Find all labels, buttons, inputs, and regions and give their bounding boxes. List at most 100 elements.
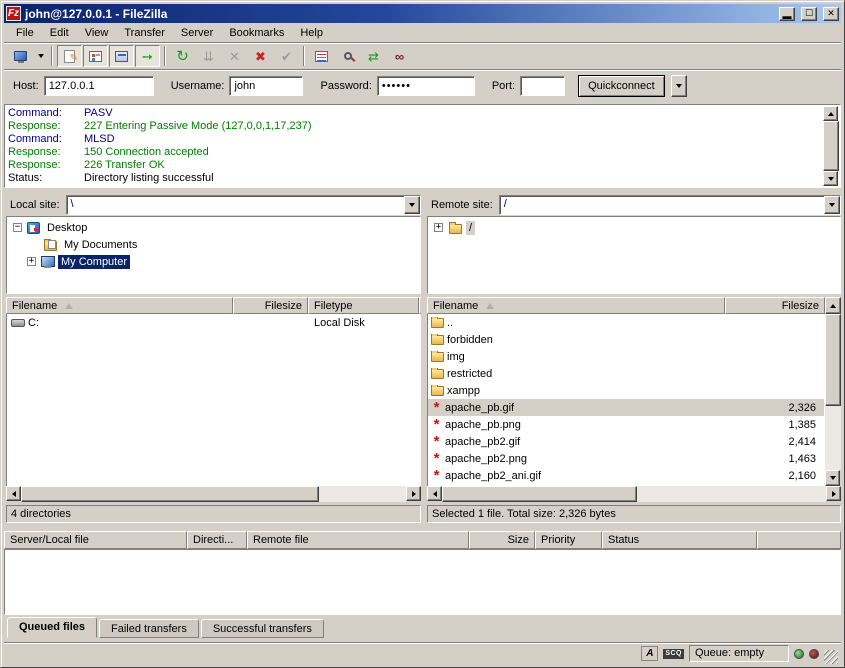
data-type-indicator[interactable]: A	[641, 646, 658, 661]
column-filetype[interactable]: Filetype	[308, 297, 419, 314]
password-input[interactable]	[377, 76, 475, 96]
tree-item-label[interactable]: My Computer	[58, 255, 130, 269]
process-queue-button[interactable]: ⇊	[196, 45, 221, 67]
tree-item-label[interactable]: /	[466, 221, 475, 235]
disconnect-button[interactable]: ✖	[248, 45, 273, 67]
indicator-badge-icon[interactable]: SCQ	[663, 649, 684, 659]
remote-vscrollbar[interactable]	[825, 314, 841, 486]
scroll-left-button[interactable]	[427, 486, 442, 501]
toolbar-separator	[164, 46, 166, 66]
toggle-message-log-button[interactable]	[57, 45, 82, 67]
local-hscrollbar[interactable]	[6, 486, 421, 502]
column-status[interactable]: Status	[602, 531, 757, 549]
remote-site-combo[interactable]: /	[499, 195, 841, 215]
toggle-queue-button[interactable]: ➙	[135, 45, 160, 67]
expand-icon[interactable]: +	[434, 223, 443, 232]
find-files-button[interactable]: ∞	[387, 45, 412, 67]
column-filename[interactable]: Filename	[6, 297, 233, 314]
scroll-up-button[interactable]	[823, 106, 838, 121]
tree-item-label[interactable]: Desktop	[44, 221, 90, 235]
remote-hscrollbar[interactable]	[427, 486, 841, 502]
menu-transfer[interactable]: Transfer	[116, 25, 173, 41]
file-row-selected[interactable]: *apache_pb.gif 2,326	[428, 399, 824, 416]
quickconnect-dropdown[interactable]	[671, 75, 687, 97]
menu-view[interactable]: View	[77, 25, 117, 41]
tree-item-root[interactable]: + /	[430, 219, 838, 236]
combo-dropdown-button[interactable]	[824, 196, 840, 214]
file-row[interactable]: img	[428, 348, 824, 365]
expand-icon[interactable]: +	[27, 257, 36, 266]
menu-help[interactable]: Help	[292, 25, 331, 41]
local-site-combo[interactable]: \	[66, 195, 421, 215]
port-input[interactable]	[520, 76, 565, 96]
scroll-left-button[interactable]	[6, 486, 21, 501]
column-filesize[interactable]: Filesize	[233, 297, 308, 314]
scroll-thumb[interactable]	[442, 486, 637, 502]
maximize-icon: ☐	[805, 9, 813, 18]
file-row[interactable]: forbidden	[428, 331, 824, 348]
scroll-track[interactable]	[319, 486, 406, 502]
quickconnect-button[interactable]: Quickconnect	[578, 75, 665, 97]
tree-item-label[interactable]: My Documents	[61, 238, 140, 252]
collapse-icon[interactable]: −	[13, 223, 22, 232]
site-manager-button[interactable]	[8, 45, 33, 67]
close-button[interactable]: ✕	[823, 7, 839, 21]
tree-item-my-documents[interactable]: My Documents	[9, 236, 418, 253]
toggle-local-tree-button[interactable]	[83, 45, 108, 67]
scroll-track[interactable]	[825, 314, 841, 470]
column-direction[interactable]: Directi...	[187, 531, 247, 549]
file-row[interactable]: *apache_pb2_ani.gif 2,160	[428, 467, 824, 484]
column-priority[interactable]: Priority	[535, 531, 602, 549]
scroll-down-button[interactable]	[825, 470, 840, 486]
host-input[interactable]	[44, 76, 154, 96]
column-remote-file[interactable]: Remote file	[247, 531, 469, 549]
toggle-remote-tree-button[interactable]	[109, 45, 134, 67]
scroll-thumb[interactable]	[825, 314, 841, 406]
combo-dropdown-button[interactable]	[404, 196, 420, 214]
file-row[interactable]: xampp	[428, 382, 824, 399]
tree-item-desktop[interactable]: − Desktop	[9, 219, 418, 236]
filter-button[interactable]	[309, 45, 334, 67]
scroll-thumb[interactable]	[21, 486, 319, 502]
file-row[interactable]: *apache_pb.png 1,385	[428, 416, 824, 433]
scroll-thumb[interactable]	[823, 121, 839, 171]
scroll-right-button[interactable]	[406, 486, 421, 501]
site-manager-dropdown[interactable]	[34, 45, 47, 67]
maximize-button[interactable]: ☐	[801, 7, 817, 21]
scroll-track[interactable]	[823, 121, 839, 171]
directory-comparison-button[interactable]	[335, 45, 360, 67]
title-bar[interactable]: Fz john@127.0.0.1 - FileZilla ▬ ☐ ✕	[4, 4, 841, 23]
file-row[interactable]: *apache_pb2.gif 2,414	[428, 433, 824, 450]
file-row[interactable]: *apache_pb2.png 1,463	[428, 450, 824, 467]
menu-edit[interactable]: Edit	[42, 25, 77, 41]
scroll-track[interactable]	[637, 486, 826, 502]
log-scrollbar[interactable]	[823, 106, 839, 186]
column-server-local-file[interactable]: Server/Local file	[4, 531, 187, 549]
resize-grip[interactable]	[824, 650, 838, 664]
column-size[interactable]: Size	[469, 531, 535, 549]
scroll-down-button[interactable]	[823, 171, 838, 186]
tab-failed-transfers[interactable]: Failed transfers	[99, 619, 199, 638]
tab-queued-files[interactable]: Queued files	[7, 617, 97, 638]
scroll-up-button[interactable]	[825, 297, 841, 314]
tab-successful-transfers[interactable]: Successful transfers	[201, 619, 324, 638]
column-filename[interactable]: Filename	[427, 297, 725, 314]
tree-item-my-computer[interactable]: + My Computer	[9, 253, 418, 270]
menu-bookmarks[interactable]: Bookmarks	[221, 25, 292, 41]
column-last-modified[interactable]: Last modified	[419, 297, 421, 314]
column-filesize[interactable]: Filesize	[725, 297, 825, 314]
scroll-right-button[interactable]	[826, 486, 841, 501]
synchronized-browsing-button[interactable]: ⇄	[361, 45, 386, 67]
reconnect-button[interactable]: ✔	[274, 45, 299, 67]
file-row[interactable]: ..	[428, 314, 824, 331]
menu-server[interactable]: Server	[173, 25, 221, 41]
queue-list[interactable]	[4, 549, 841, 615]
file-row[interactable]: restricted	[428, 365, 824, 382]
menu-file[interactable]: File	[8, 25, 42, 41]
file-row-c-drive[interactable]: C: Local Disk	[7, 314, 420, 331]
refresh-button[interactable]: ↻	[170, 45, 195, 67]
username-input[interactable]	[229, 76, 303, 96]
cancel-button[interactable]: ✕	[222, 45, 247, 67]
minimize-button[interactable]: ▬	[779, 7, 795, 21]
menu-bar: File Edit View Transfer Server Bookmarks…	[4, 23, 841, 42]
